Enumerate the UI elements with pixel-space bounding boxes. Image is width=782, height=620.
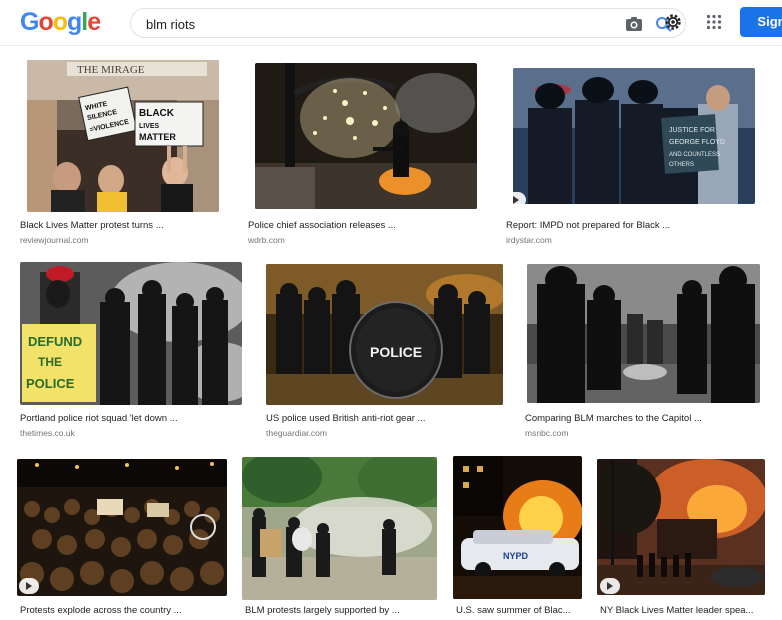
video-badge-icon <box>19 578 39 594</box>
camera-icon[interactable] <box>625 16 643 32</box>
svg-text:BLACK: BLACK <box>139 108 175 119</box>
building-sign-text: THE MIRAGE <box>77 64 145 76</box>
result-title[interactable]: U.S. saw summer of Blac... <box>456 605 582 616</box>
result-source[interactable]: thetimes.co.uk <box>20 428 75 438</box>
result-title[interactable]: BLM protests largely supported by ... <box>245 605 435 616</box>
image-result[interactable]: JUSTICE FOR GEORGE FLOYD AND COUNTLESS O… <box>506 68 755 250</box>
result-thumbnail[interactable] <box>17 459 227 596</box>
image-result[interactable]: POLICE US police used British anti-riot … <box>266 264 503 442</box>
svg-text:JUSTICE FOR: JUSTICE FOR <box>669 127 715 134</box>
result-title[interactable]: NY Black Lives Matter leader spea... <box>600 605 765 616</box>
result-title[interactable]: Comparing BLM marches to the Capitol ... <box>525 413 745 424</box>
svg-text:AND COUNTLESS: AND COUNTLESS <box>669 152 720 158</box>
result-source[interactable]: msnbc.com <box>525 428 568 438</box>
svg-text:POLICE: POLICE <box>26 376 75 391</box>
apps-grid-icon[interactable] <box>706 14 722 30</box>
video-badge-icon <box>600 578 620 594</box>
top-bar: Google Sign <box>0 0 782 46</box>
logo-letter: G <box>20 8 39 36</box>
result-thumbnail[interactable] <box>527 264 760 403</box>
result-source[interactable]: theguardiar.com <box>266 428 327 438</box>
result-title[interactable]: US police used British anti-riot gear ..… <box>266 413 486 424</box>
result-thumbnail[interactable]: NYPD <box>453 456 582 599</box>
video-badge-icon <box>506 192 526 208</box>
logo-letter: g <box>67 8 82 36</box>
result-thumbnail[interactable]: POLICE <box>266 264 503 405</box>
result-thumbnail[interactable] <box>242 457 437 600</box>
logo-letter: o <box>52 8 68 36</box>
result-title[interactable]: Report: IMPD not prepared for Black ... <box>506 220 726 231</box>
svg-text:DEFUND: DEFUND <box>28 334 82 349</box>
result-thumbnail[interactable]: JUSTICE FOR GEORGE FLOYD AND COUNTLESS O… <box>513 68 755 204</box>
search-box[interactable] <box>130 8 686 38</box>
google-logo[interactable]: Google <box>20 8 101 37</box>
result-source[interactable]: wdrb.com <box>248 235 285 245</box>
image-result[interactable]: BLM protests largely supported by ... <box>242 457 437 620</box>
image-result[interactable]: NYPD U.S. saw summer of Blac... <box>453 456 582 620</box>
gear-icon[interactable] <box>663 12 683 32</box>
result-title[interactable]: Portland police riot squad 'let down ... <box>20 413 220 424</box>
result-thumbnail[interactable]: DEFUND THE POLICE <box>20 262 242 405</box>
svg-text:OTHERS: OTHERS <box>669 162 694 168</box>
image-result[interactable]: Police chief association releases ... wd… <box>248 63 477 251</box>
svg-text:POLICE: POLICE <box>370 344 422 360</box>
result-thumbnail[interactable] <box>597 459 765 595</box>
logo-letter: o <box>38 8 53 36</box>
result-thumbnail[interactable] <box>255 63 477 209</box>
svg-text:LIVES: LIVES <box>139 123 160 130</box>
search-input[interactable] <box>146 14 606 34</box>
result-title[interactable]: Police chief association releases ... <box>248 220 448 231</box>
image-result[interactable]: THE MIRAGE WHITE SILENCE =VIOLENCE BLACK… <box>20 60 219 250</box>
result-source[interactable]: reviewjournal.com <box>20 235 89 245</box>
svg-text:GEORGE FLOYD: GEORGE FLOYD <box>669 139 725 146</box>
image-result[interactable]: NY Black Lives Matter leader spea... <box>597 459 765 620</box>
result-title[interactable]: Black Lives Matter protest turns ... <box>20 220 220 231</box>
sign-in-button[interactable]: Sign <box>740 7 782 37</box>
result-thumbnail[interactable]: THE MIRAGE WHITE SILENCE =VIOLENCE BLACK… <box>27 60 219 212</box>
result-title[interactable]: Protests explode across the country ... <box>20 605 220 616</box>
image-result[interactable]: DEFUND THE POLICE Portland police riot s… <box>20 262 242 442</box>
svg-text:MATTER: MATTER <box>139 132 176 142</box>
image-result[interactable]: Protests explode across the country ... <box>17 459 227 620</box>
svg-text:THE: THE <box>38 355 62 369</box>
logo-letter: e <box>87 8 101 36</box>
image-result[interactable]: Comparing BLM marches to the Capitol ...… <box>525 264 760 442</box>
svg-text:NYPD: NYPD <box>503 551 529 561</box>
result-source[interactable]: irdystar.com <box>506 235 552 245</box>
